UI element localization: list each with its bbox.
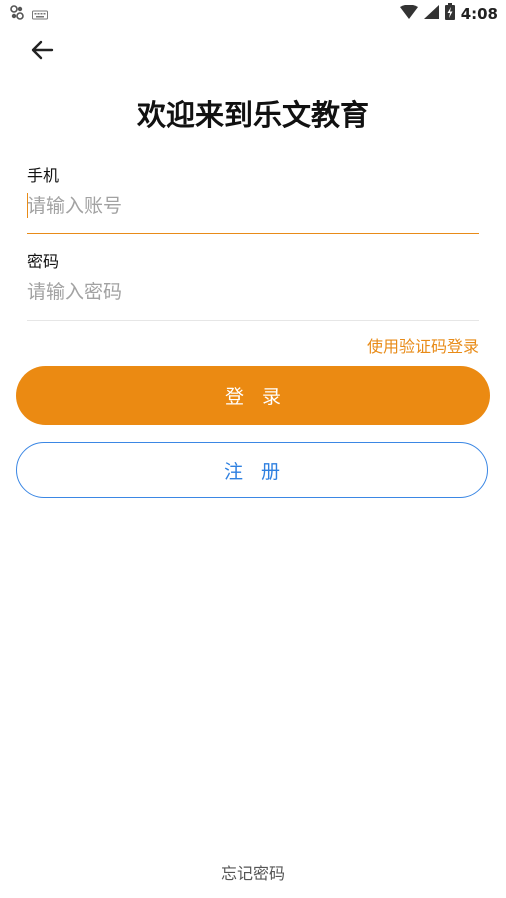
notification-app-icon bbox=[10, 5, 24, 25]
login-button[interactable]: 登录 bbox=[16, 366, 490, 425]
battery-charging-icon bbox=[444, 3, 455, 24]
arrow-left-icon bbox=[30, 40, 54, 64]
register-button[interactable]: 注册 bbox=[16, 442, 488, 498]
keyboard-icon bbox=[32, 6, 48, 25]
password-label: 密码 bbox=[27, 252, 60, 271]
status-bar-right: 4:08 bbox=[399, 3, 498, 24]
password-input[interactable] bbox=[27, 276, 479, 308]
status-time: 4:08 bbox=[460, 4, 498, 23]
password-underline bbox=[27, 320, 479, 321]
sms-login-link[interactable]: 使用验证码登录 bbox=[367, 333, 479, 357]
phone-input[interactable] bbox=[27, 190, 479, 222]
signal-icon bbox=[423, 4, 439, 23]
status-bar-left bbox=[10, 5, 48, 25]
phone-label: 手机 bbox=[27, 166, 60, 185]
text-cursor bbox=[27, 193, 28, 218]
back-button[interactable] bbox=[26, 38, 58, 66]
phone-underline bbox=[27, 233, 479, 234]
status-bar: 4:08 bbox=[0, 0, 506, 26]
forgot-password-link[interactable]: 忘记密码 bbox=[0, 860, 506, 884]
page-title: 欢迎来到乐文教育 bbox=[136, 98, 369, 132]
wifi-icon bbox=[399, 4, 418, 23]
